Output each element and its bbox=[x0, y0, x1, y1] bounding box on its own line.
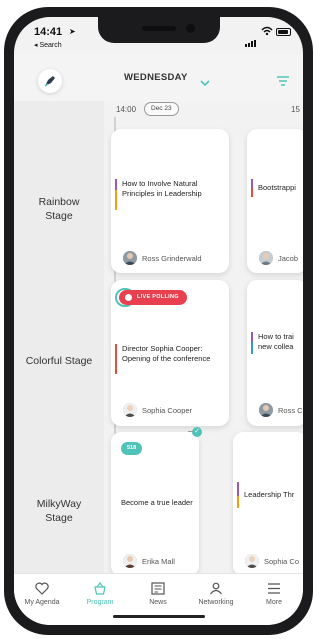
filter-icon[interactable] bbox=[277, 73, 289, 91]
track-color-bar bbox=[251, 179, 253, 188]
home-indicator[interactable] bbox=[113, 615, 205, 618]
phone-frame: 14:41 ➤ ◂ Search WEDNESDAY Rainbow Stage… bbox=[4, 7, 313, 635]
tab-program[interactable]: Program bbox=[72, 582, 128, 606]
track-color-bar bbox=[115, 179, 117, 190]
session-card[interactable]: How to Involve Natural Principles in Lea… bbox=[111, 129, 229, 273]
check-icon: ✓ bbox=[192, 427, 202, 437]
chevron-down-icon[interactable] bbox=[200, 73, 210, 91]
session-card[interactable]: 518 Become a true leader Erika Mall bbox=[111, 432, 199, 576]
schedule-grid[interactable]: Rainbow Stage Colorful Stage MilkyWay Stag… bbox=[14, 101, 303, 576]
session-title: Bootstrappi bbox=[258, 183, 296, 192]
timeline-start-time: 14:00 bbox=[116, 105, 137, 114]
tab-label: My Agenda bbox=[24, 599, 60, 606]
track-color-bar bbox=[237, 496, 239, 508]
session-title: How to trai new collea bbox=[258, 332, 294, 351]
speaker-name: Sophia Cooper bbox=[142, 406, 193, 415]
tab-label: More bbox=[266, 599, 282, 606]
timeline-date-chip: Dec 23 bbox=[144, 102, 179, 116]
tab-networking[interactable]: Networking bbox=[188, 582, 244, 606]
session-title: Leadership Thr bbox=[244, 490, 295, 499]
news-icon bbox=[151, 582, 165, 595]
stage-label-rainbow: Rainbow Stage bbox=[38, 196, 80, 222]
tab-news[interactable]: News bbox=[130, 582, 186, 606]
menu-icon bbox=[268, 583, 280, 594]
clock: 14:41 bbox=[34, 26, 63, 38]
speaker-avatar bbox=[259, 251, 273, 265]
session-card[interactable]: LIVE POLLING Director Sophia Cooper: Ope… bbox=[111, 280, 229, 426]
speaker-avatar bbox=[123, 251, 137, 265]
speaker-name: Sophia Co bbox=[264, 557, 300, 566]
track-color-bar bbox=[115, 190, 117, 210]
track-color-bar bbox=[251, 342, 253, 354]
heart-icon bbox=[35, 582, 49, 595]
session-title: Become a true leader bbox=[121, 498, 193, 507]
stage-column: Rainbow Stage Colorful Stage MilkyWay Stag… bbox=[14, 101, 104, 573]
session-card[interactable]: Leadership Thr Sophia Co bbox=[233, 432, 303, 576]
session-card[interactable]: Bootstrappi Jacob bbox=[247, 129, 303, 273]
stage-label-milkyway: MilkyWay Stage bbox=[36, 498, 82, 524]
timeline-header: 14:00 Dec 23 15 bbox=[104, 101, 303, 121]
signal-icon bbox=[245, 29, 257, 47]
timeline-next-time: 15 bbox=[291, 105, 300, 114]
tab-my-agenda[interactable]: My Agenda bbox=[14, 582, 70, 606]
basket-icon bbox=[94, 582, 106, 595]
location-arrow-icon: ➤ bbox=[69, 27, 76, 36]
day-selector[interactable]: WEDNESDAY bbox=[124, 72, 188, 83]
phone-screen: 14:41 ➤ ◂ Search WEDNESDAY Rainbow Stage… bbox=[14, 17, 303, 625]
session-title: How to Involve Natural Principles in Lea… bbox=[122, 179, 202, 198]
notch bbox=[98, 17, 220, 43]
track-color-bar bbox=[251, 332, 253, 342]
track-color-bar bbox=[237, 482, 239, 496]
speaker-name: Ross Grinderwald bbox=[142, 254, 202, 263]
pen-logo-icon[interactable] bbox=[38, 69, 62, 93]
tab-label: Networking bbox=[198, 599, 234, 606]
live-dot-icon bbox=[125, 294, 132, 301]
track-color-bar bbox=[251, 188, 253, 197]
tab-label: News bbox=[149, 599, 167, 606]
session-title: Director Sophia Cooper: Opening of the c… bbox=[122, 344, 211, 363]
tab-label: Program bbox=[86, 599, 114, 606]
battery-icon bbox=[276, 28, 291, 36]
tab-more[interactable]: More bbox=[246, 582, 302, 606]
speaker-avatar bbox=[259, 403, 273, 417]
people-icon bbox=[210, 582, 222, 595]
live-polling-badge[interactable]: LIVE POLLING bbox=[119, 290, 187, 305]
stage-label-colorful: Colorful Stage bbox=[25, 355, 93, 367]
speaker-name: Erika Mall bbox=[142, 557, 175, 566]
back-to-search-link[interactable]: ◂ Search bbox=[34, 41, 62, 49]
session-number-badge: 518 bbox=[121, 442, 143, 455]
track-color-bar bbox=[115, 344, 117, 374]
speaker-avatar bbox=[245, 554, 259, 568]
speaker-name: Ross C bbox=[278, 406, 303, 415]
session-card[interactable]: How to trai new collea Ross C bbox=[247, 280, 303, 426]
close-icon bbox=[188, 431, 194, 432]
wifi-icon bbox=[261, 26, 273, 38]
speaker-avatar bbox=[123, 403, 137, 417]
speaker-name: Jacob bbox=[278, 254, 299, 263]
speaker-avatar bbox=[123, 554, 137, 568]
app-header: WEDNESDAY bbox=[14, 55, 303, 103]
